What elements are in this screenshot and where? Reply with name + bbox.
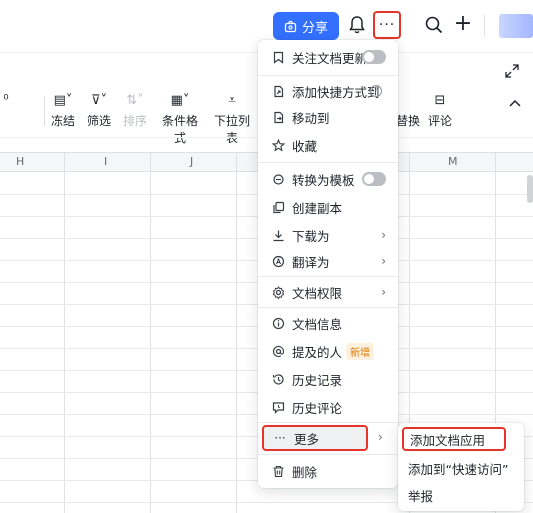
header-divider — [484, 15, 485, 37]
menu-divider — [258, 75, 398, 76]
download-icon — [270, 227, 286, 243]
menu-item-doc-permissions[interactable]: 文档权限 › — [262, 279, 394, 305]
bell-icon[interactable] — [346, 14, 368, 36]
trash-icon — [270, 463, 286, 479]
chevron-right-icon: › — [378, 430, 383, 444]
menu-item-comment-history[interactable]: 历史评论 — [262, 394, 394, 420]
menu-item-create-copy[interactable]: 创建副本 — [262, 194, 394, 220]
menu-item-more[interactable]: ··· 更多 — [262, 425, 368, 451]
column-header-h[interactable]: H — [16, 155, 24, 168]
collapse-toolbar-icon[interactable] — [508, 98, 522, 108]
menu-item-favorite[interactable]: 收藏 — [262, 132, 394, 158]
filter-button[interactable]: ⊽˅ 筛选 — [85, 92, 113, 129]
menu-item-follow-updates[interactable]: 关注文档更新 — [262, 44, 394, 70]
new-badge: 新增 — [346, 342, 375, 360]
replace-icon — [396, 92, 420, 110]
dropdown-list-icon: ⩡ — [228, 93, 236, 108]
translate-icon — [270, 253, 286, 269]
history-icon — [270, 371, 286, 387]
menu-divider — [258, 422, 398, 423]
filter-icon: ⊽˅ — [90, 93, 107, 108]
share-label: 分享 — [301, 20, 328, 36]
more-dots-icon: ··· — [274, 431, 286, 445]
menu-item-move-to[interactable]: 移动到 — [262, 104, 394, 130]
toolbar-divider — [44, 96, 45, 126]
menu-divider — [258, 162, 398, 163]
freeze-button[interactable]: ▤˅ 冻结 — [49, 92, 77, 129]
chevron-right-icon: › — [381, 228, 386, 242]
submenu-item-report[interactable]: 举报 — [402, 483, 433, 507]
sort-icon: ⇅˅ — [126, 93, 144, 108]
menu-item-history[interactable]: 历史记录 — [262, 366, 394, 392]
add-icon[interactable]: + — [451, 12, 475, 38]
sort-button[interactable]: ⇅˅ 排序 — [121, 92, 149, 129]
menu-item-download-as[interactable]: 下载为 › — [262, 222, 394, 248]
more-submenu: 添加文档应用 添加到“快速访问” 举报 — [398, 423, 524, 511]
column-header-i[interactable]: I — [104, 155, 107, 168]
convert-template-toggle[interactable] — [362, 172, 386, 186]
column-header-m[interactable]: M — [448, 155, 458, 168]
submenu-item-add-doc-app[interactable]: 添加文档应用 — [402, 427, 506, 451]
share-button[interactable]: 分享 — [273, 12, 339, 40]
menu-item-delete[interactable]: 删除 — [262, 458, 394, 484]
submenu-item-add-quick-access[interactable]: 添加到“快速访问” — [402, 456, 508, 480]
menu-divider — [258, 276, 398, 277]
menu-item-mentioned-people[interactable]: 提及的人 新增 — [262, 338, 394, 364]
chevron-right-icon: › — [381, 285, 386, 299]
comment-button[interactable]: ⊟ 评论 — [428, 92, 452, 129]
shortcut-icon — [270, 83, 286, 99]
avatar[interactable] — [499, 14, 533, 38]
column-header-j[interactable]: J — [190, 155, 193, 168]
star-icon — [270, 137, 286, 153]
move-icon — [270, 109, 286, 125]
info-icon — [270, 315, 286, 331]
freeze-icon: ▤˅ — [53, 93, 73, 108]
menu-divider — [258, 307, 398, 308]
more-options-button[interactable]: ··· — [373, 11, 401, 39]
help-icon[interactable]: ? — [370, 85, 382, 97]
menu-divider — [258, 454, 398, 455]
copy-icon — [270, 199, 286, 215]
more-options-menu: 关注文档更新 添加快捷方式到 ? 移动到 收藏 转换为模板 创建副本 下载为 ›… — [258, 40, 398, 488]
comment-history-icon — [270, 399, 286, 415]
share-lock-icon — [284, 20, 297, 32]
menu-item-translate-to[interactable]: 翻译为 › — [262, 248, 394, 274]
template-icon — [270, 171, 286, 187]
search-icon[interactable] — [423, 14, 445, 36]
follow-updates-toggle[interactable] — [362, 50, 386, 64]
gear-icon — [270, 284, 286, 300]
bookmark-icon — [270, 49, 286, 65]
at-icon — [270, 343, 286, 359]
expand-icon[interactable] — [504, 63, 520, 79]
conditional-format-icon: ▦˅ — [170, 93, 190, 108]
menu-item-add-shortcut[interactable]: 添加快捷方式到 ? — [262, 78, 394, 104]
replace-button[interactable]: 替换 — [396, 92, 420, 129]
menu-item-convert-template[interactable]: 转换为模板 — [262, 166, 394, 192]
comment-icon: ⊟ — [434, 93, 446, 108]
chevron-right-icon: › — [381, 254, 386, 268]
vertical-scrollbar[interactable] — [527, 175, 533, 203]
more-dots-icon: ··· — [378, 17, 396, 33]
menu-item-doc-info[interactable]: 文档信息 — [262, 310, 394, 336]
toolbar-partial-item[interactable]: ⁰ — [0, 92, 12, 110]
